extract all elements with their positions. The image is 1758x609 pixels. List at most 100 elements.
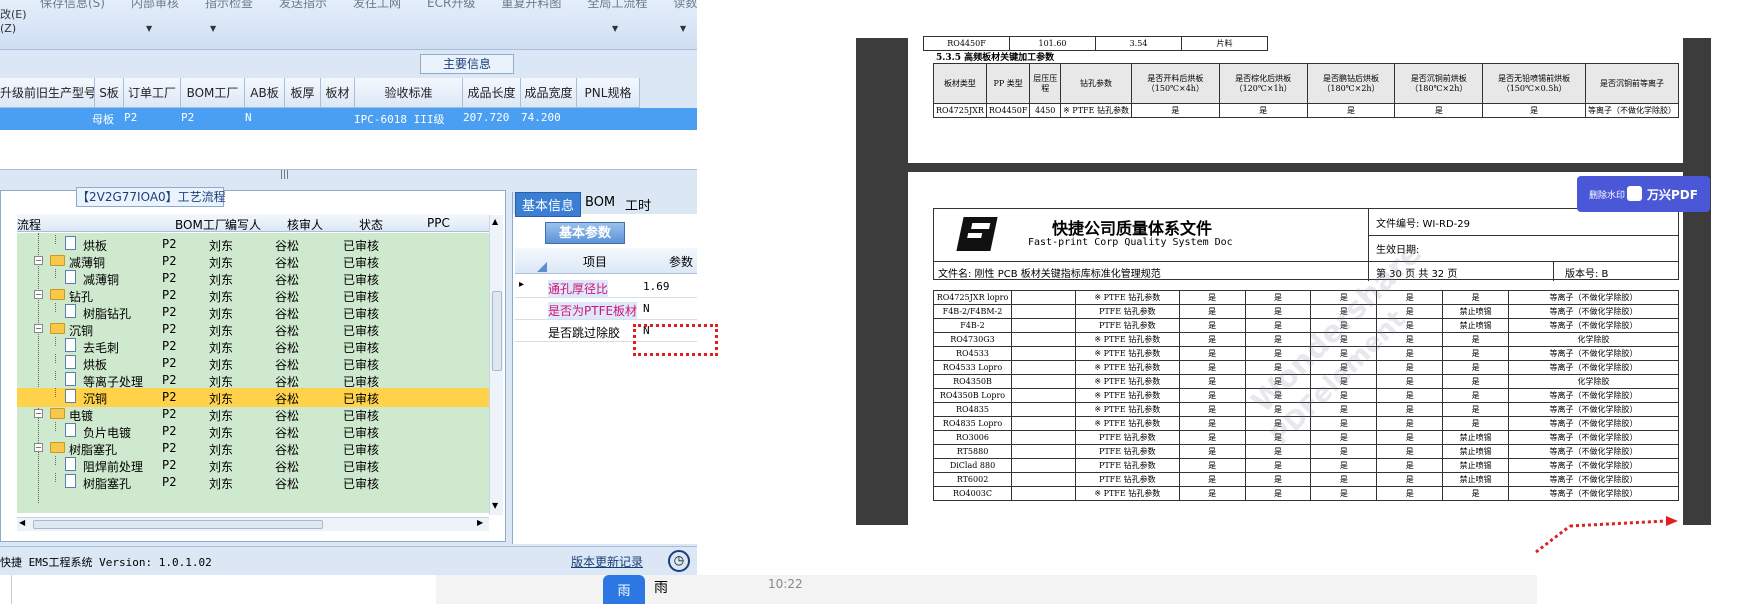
pdf-header-cell: 板材类型: [933, 63, 987, 104]
pdf-cell: 是: [1178, 402, 1246, 417]
document-icon: [65, 474, 76, 488]
main-info-col-header[interactable]: 成品长度: [463, 78, 521, 108]
menu-item[interactable]: 读数据导入: [673, 0, 697, 10]
tree-toggle-icon[interactable]: −: [34, 324, 43, 333]
pdf-table-row: F4B-2 PTFE 钻孔参数是是是是禁止喷锡 等离子（不做化学除胶）: [933, 318, 1679, 333]
dropdown-arrow-icon[interactable]: ▼: [680, 24, 686, 33]
vertical-scrollbar[interactable]: ▲ ▼: [489, 215, 503, 515]
scroll-up-icon[interactable]: ▲: [492, 217, 498, 226]
process-table-header: 流程 BOM工厂 编写人 核审人 状态 PPC: [17, 214, 489, 232]
param-value[interactable]: 1.69: [643, 280, 670, 293]
update-log-link[interactable]: 版本更新记录: [571, 553, 643, 570]
menu-item[interactable]: ECR升级: [427, 0, 475, 10]
menu-item[interactable]: 发送指示: [279, 0, 327, 10]
pdf-cell: [1010, 416, 1076, 431]
menu-label-edit[interactable]: 改(E): [0, 6, 27, 22]
pdf-cell: RO4835: [933, 402, 1012, 417]
pdf-cell: [1010, 402, 1076, 417]
status-bar: 快捷 EMS工程系统 Version: 1.0.1.02 版本更新记录 ◷: [0, 546, 697, 575]
tab-work-hours[interactable]: 工时: [625, 195, 651, 214]
main-info-col-header[interactable]: 验收标准: [355, 78, 463, 108]
remove-watermark-button[interactable]: 删除水印 万兴PDF: [1577, 176, 1710, 212]
param-value[interactable]: N: [643, 302, 650, 315]
pdf-cell: 是: [1244, 304, 1312, 319]
main-info-cell: IPC-6018 III级: [354, 113, 445, 126]
pdf-cell: 是: [1178, 360, 1246, 375]
scroll-left-icon[interactable]: ◀: [19, 518, 25, 527]
pdf-cell: 是: [1376, 472, 1444, 487]
process-col-header[interactable]: PPC: [427, 216, 450, 230]
tab-basic-info[interactable]: 基本信息: [515, 192, 582, 217]
scroll-thumb[interactable]: [492, 291, 502, 371]
main-info-col-header[interactable]: BOM工厂: [181, 78, 245, 108]
pdf-cell: RO3006: [933, 430, 1012, 445]
dropdown-arrow-icon[interactable]: ▼: [146, 24, 152, 33]
pdf-cell: 等离子（不做化学除胶）: [1508, 472, 1679, 487]
process-factory: P2: [162, 458, 177, 472]
pdf-cell: 是: [1442, 332, 1510, 347]
process-col-header[interactable]: 状态: [359, 216, 383, 233]
param-row[interactable]: 是否为PTFE板材 N: [515, 298, 697, 320]
tab-bom[interactable]: BOM: [585, 195, 615, 210]
dropdown-arrow-icon[interactable]: ▼: [612, 24, 618, 33]
process-row[interactable]: 树脂塞孔 P2 刘东 谷松 已审核: [17, 473, 489, 492]
main-info-col-header[interactable]: 订单工厂: [124, 78, 181, 108]
pdf-cell: PTFE 钻孔参数: [1074, 472, 1180, 487]
menu-item[interactable]: 发往工网: [353, 0, 401, 10]
process-col-header[interactable]: 流程: [17, 216, 41, 233]
menu-item[interactable]: 保存信息(S): [40, 0, 105, 10]
pdf-table-row: DiClad 880 PTFE 钻孔参数是是是是禁止喷锡 等离子（不做化学除胶）: [933, 458, 1679, 473]
main-info-col-header[interactable]: 升级前旧生产型号: [0, 78, 95, 108]
tree-toggle-icon[interactable]: −: [34, 256, 43, 265]
pdf-cell: RO4450F: [985, 103, 1031, 118]
process-flow-title: 【2V2G77IOA0】工艺流程: [76, 187, 226, 207]
process-col-header[interactable]: 编写人: [225, 216, 261, 233]
pdf-header-cell: 是否开料后烘板（150℃×4h）: [1130, 63, 1220, 104]
tree-toggle-icon[interactable]: −: [34, 409, 43, 418]
clock-icon[interactable]: ◷: [668, 550, 690, 572]
menu-item[interactable]: 重复开料图: [501, 0, 561, 10]
param-row[interactable]: ▸ 通孔厚径比 1.69: [515, 276, 697, 298]
scroll-thumb[interactable]: [33, 520, 323, 529]
pdf-cell: RO4350B: [933, 374, 1012, 389]
main-info-col-header[interactable]: 成品宽度: [521, 78, 577, 108]
main-info-col-header[interactable]: PNL规格: [577, 78, 640, 108]
pdf-cell: ※ PTFE 钻孔参数: [1074, 388, 1180, 403]
menu-item[interactable]: 全局工流程: [587, 0, 647, 10]
main-info-col-header[interactable]: 板厚: [285, 78, 321, 108]
dropdown-arrow-icon[interactable]: ▼: [210, 24, 216, 33]
ime-indicator-icon[interactable]: 雨: [603, 575, 645, 604]
pdf-cell: 等离子（不做化学除胶）: [1508, 318, 1679, 333]
pdf-cell: 是: [1442, 346, 1510, 361]
pdf-cell: 3.54: [1095, 36, 1182, 51]
pdf-cell: 是: [1376, 360, 1444, 375]
pdf-cell: 是: [1442, 416, 1510, 431]
panel-splitter[interactable]: |||: [0, 170, 697, 182]
splitter-grip-icon[interactable]: |||: [280, 170, 289, 180]
pdf-cell: 是: [1306, 103, 1396, 118]
process-col-header[interactable]: BOM工厂: [175, 216, 227, 233]
scroll-down-icon[interactable]: ▼: [492, 501, 498, 510]
param-col-value: 参数: [669, 255, 694, 269]
pdf-cell: 是: [1442, 374, 1510, 389]
main-info-selected-row[interactable]: 母板 P2 P2 N IPC-6018 III级 207.720 74.200: [0, 108, 697, 130]
menu-item[interactable]: 内部审核: [131, 0, 179, 10]
param-table-header: 项目 参数: [515, 248, 697, 274]
process-col-header[interactable]: 核审人: [287, 216, 323, 233]
scroll-right-icon[interactable]: ▶: [477, 518, 483, 527]
pdf-cell: 是: [1244, 486, 1312, 501]
menu-label-z[interactable]: (Z): [0, 22, 16, 35]
horizontal-scrollbar[interactable]: ◀ ▶: [17, 517, 489, 531]
process-factory: P2: [162, 322, 177, 336]
sub-tab-basic-params[interactable]: 基本参数: [545, 222, 625, 244]
main-info-col-header[interactable]: 板材: [321, 78, 355, 108]
tree-toggle-icon[interactable]: −: [34, 290, 43, 299]
pdf-cell: PTFE 钻孔参数: [1074, 304, 1180, 319]
process-factory: P2: [162, 254, 177, 268]
main-info-col-header[interactable]: S板: [95, 78, 124, 108]
pdf-table-row: F4B-2/F4BM-2 PTFE 钻孔参数是是是是禁止喷锡 等离子（不做化学除胶）: [933, 304, 1679, 319]
tree-toggle-icon[interactable]: −: [34, 443, 43, 452]
menu-item[interactable]: 指示检查: [205, 0, 253, 10]
main-info-col-header[interactable]: AB板: [245, 78, 285, 108]
pdf-cell: ※ PTFE 钻孔参数: [1074, 486, 1180, 501]
